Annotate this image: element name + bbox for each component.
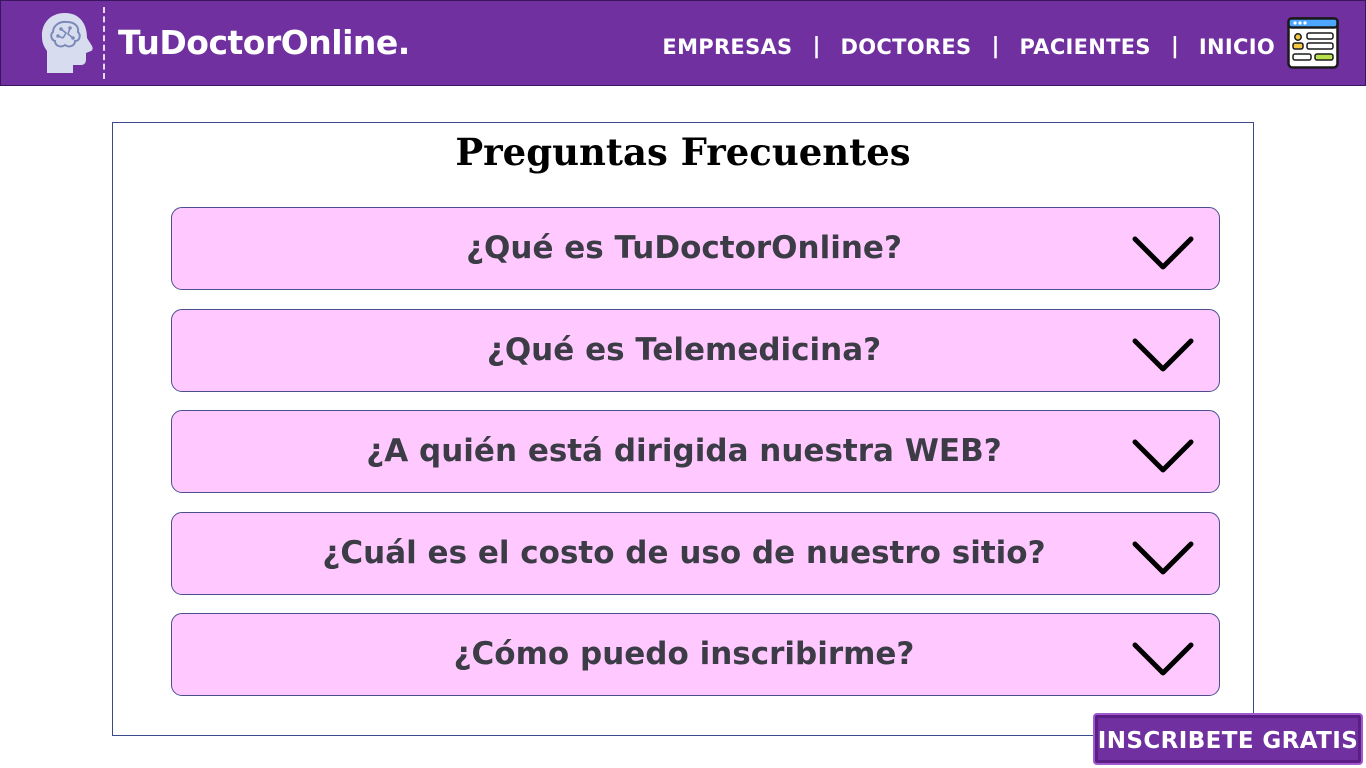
faq-question: ¿Qué es Telemedicina? <box>486 332 882 368</box>
chevron-down-icon[interactable] <box>1132 338 1194 374</box>
faq-question: ¿A quién está dirigida nuestra WEB? <box>366 433 1002 469</box>
chevron-down-icon[interactable] <box>1132 541 1194 577</box>
nav-link-empresas[interactable]: EMPRESAS <box>662 34 792 60</box>
chevron-down-icon[interactable] <box>1132 236 1194 272</box>
faq-item[interactable]: ¿Qué es Telemedicina? <box>171 309 1220 392</box>
faq-item[interactable]: ¿Cómo puedo inscribirme? <box>171 613 1220 696</box>
brand-name[interactable]: TuDoctorOnline. <box>118 23 410 63</box>
signup-free-button[interactable]: INSCRIBETE GRATIS <box>1093 713 1363 765</box>
nav-separator: | <box>991 34 1000 59</box>
head-brain-icon <box>41 13 93 73</box>
nav-separator: | <box>812 34 821 59</box>
faq-question: ¿Qué es TuDoctorOnline? <box>466 230 902 266</box>
faq-item[interactable]: ¿A quién está dirigida nuestra WEB? <box>171 410 1220 493</box>
page: TuDoctorOnline. EMPRESAS | DOCTORES | PA… <box>0 0 1366 768</box>
faq-question: ¿Cuál es el costo de uso de nuestro siti… <box>322 535 1046 571</box>
chevron-down-icon[interactable] <box>1132 642 1194 678</box>
nav-link-pacientes[interactable]: PACIENTES <box>1020 34 1151 60</box>
main-nav: EMPRESAS | DOCTORES | PACIENTES | INICIO <box>662 34 1275 60</box>
faq-question: ¿Cómo puedo inscribirme? <box>453 636 915 672</box>
logo-divider <box>103 7 105 79</box>
nav-link-doctores[interactable]: DOCTORES <box>841 34 972 60</box>
faq-item[interactable]: ¿Cuál es el costo de uso de nuestro siti… <box>171 512 1220 595</box>
faq-item[interactable]: ¿Qué es TuDoctorOnline? <box>171 207 1220 290</box>
web-form-icon[interactable] <box>1287 17 1339 69</box>
header-bar: TuDoctorOnline. EMPRESAS | DOCTORES | PA… <box>0 0 1366 86</box>
chevron-down-icon[interactable] <box>1132 439 1194 475</box>
faq-title: Preguntas Frecuentes <box>455 130 911 174</box>
nav-link-inicio[interactable]: INICIO <box>1199 34 1275 60</box>
nav-separator: | <box>1170 34 1179 59</box>
